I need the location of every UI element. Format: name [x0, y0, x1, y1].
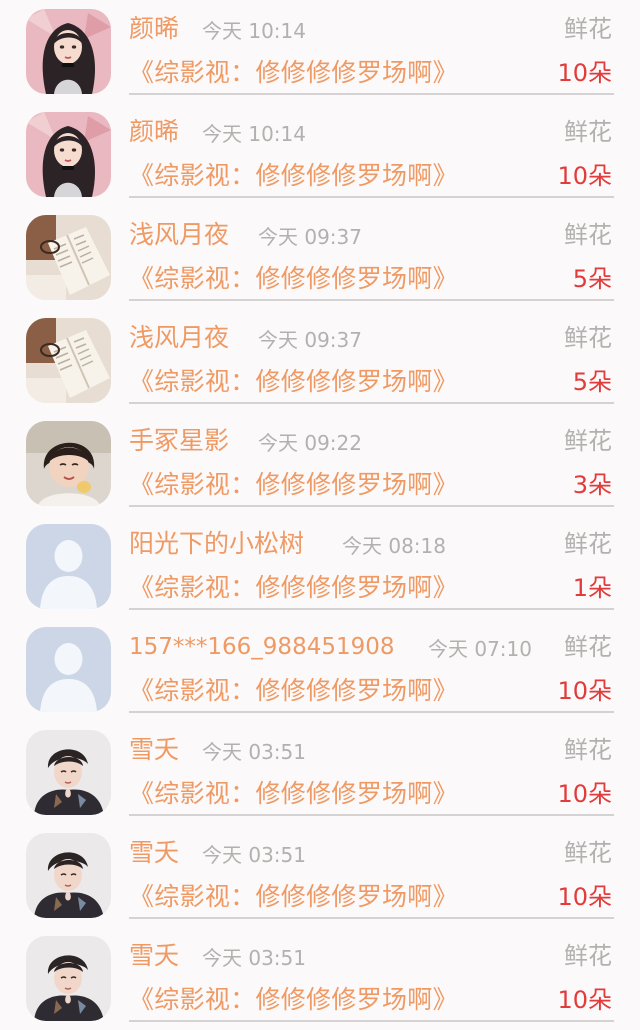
book-title[interactable]: 《综影视：修修修修罗场啊》	[129, 56, 458, 90]
row-divider	[129, 1020, 614, 1022]
book-title[interactable]: 《综影视：修修修修罗场啊》	[129, 365, 458, 399]
gift-time: 今天 09:37	[258, 328, 362, 352]
user-avatar[interactable]	[26, 524, 111, 609]
user-avatar[interactable]	[26, 9, 111, 94]
gift-record-row[interactable]: 浅风月夜 今天 09:37 鲜花 《综影视：修修修修罗场啊》 5朵	[0, 206, 640, 309]
user-name[interactable]: 157***166_988451908	[129, 630, 395, 664]
user-name[interactable]: 手冢星影	[129, 424, 229, 458]
gift-time: 今天 03:51	[202, 740, 306, 764]
gift-count: 10朵	[557, 986, 612, 1014]
gift-record-row[interactable]: 颜晞 今天 10:14 鲜花 《综影视：修修修修罗场啊》 10朵	[0, 103, 640, 206]
gift-type-label: 鲜花	[564, 736, 612, 764]
user-name[interactable]: 雪夭	[129, 733, 179, 767]
gift-time: 今天 09:37	[258, 225, 362, 249]
row-divider	[129, 711, 614, 713]
gift-type-label: 鲜花	[564, 839, 612, 867]
gift-type-label: 鲜花	[564, 530, 612, 558]
gift-count: 3朵	[572, 471, 612, 499]
gift-record-row[interactable]: 阳光下的小松树 今天 08:18 鲜花 《综影视：修修修修罗场啊》 1朵	[0, 515, 640, 618]
gift-time: 今天 10:14	[202, 122, 306, 146]
row-divider	[129, 93, 614, 95]
gift-record-row[interactable]: 颜晞 今天 10:14 鲜花 《综影视：修修修修罗场啊》 10朵	[0, 0, 640, 103]
gift-record-row[interactable]: 雪夭 今天 03:51 鲜花 《综影视：修修修修罗场啊》 10朵	[0, 824, 640, 927]
book-title[interactable]: 《综影视：修修修修罗场啊》	[129, 674, 458, 708]
row-divider	[129, 299, 614, 301]
user-avatar[interactable]	[26, 730, 111, 815]
book-title[interactable]: 《综影视：修修修修罗场啊》	[129, 159, 458, 193]
book-title[interactable]: 《综影视：修修修修罗场啊》	[129, 262, 458, 296]
book-title[interactable]: 《综影视：修修修修罗场啊》	[129, 468, 458, 502]
row-divider	[129, 196, 614, 198]
gift-count: 10朵	[557, 162, 612, 190]
gift-record-row[interactable]: 157***166_988451908 今天 07:10 鲜花 《综影视：修修修…	[0, 618, 640, 721]
row-divider	[129, 402, 614, 404]
row-divider	[129, 608, 614, 610]
gift-count: 10朵	[557, 59, 612, 87]
user-avatar[interactable]	[26, 318, 111, 403]
gift-time: 今天 08:18	[342, 534, 446, 558]
gift-time: 今天 03:51	[202, 946, 306, 970]
gift-type-label: 鲜花	[564, 118, 612, 146]
row-divider	[129, 814, 614, 816]
gift-type-label: 鲜花	[564, 942, 612, 970]
user-avatar[interactable]	[26, 627, 111, 712]
user-name[interactable]: 雪夭	[129, 836, 179, 870]
gift-time: 今天 07:10	[428, 637, 532, 661]
gift-time: 今天 09:22	[258, 431, 362, 455]
gift-count: 5朵	[572, 368, 612, 396]
gift-type-label: 鲜花	[564, 15, 612, 43]
gift-record-row[interactable]: 雪夭 今天 03:51 鲜花 《综影视：修修修修罗场啊》 10朵	[0, 927, 640, 1030]
user-name[interactable]: 浅风月夜	[129, 321, 229, 355]
user-name[interactable]: 浅风月夜	[129, 218, 229, 252]
gift-count: 10朵	[557, 780, 612, 808]
gift-record-row[interactable]: 浅风月夜 今天 09:37 鲜花 《综影视：修修修修罗场啊》 5朵	[0, 309, 640, 412]
gift-type-label: 鲜花	[564, 221, 612, 249]
gift-time: 今天 03:51	[202, 843, 306, 867]
user-name[interactable]: 颜晞	[129, 115, 179, 149]
gift-time: 今天 10:14	[202, 19, 306, 43]
gift-type-label: 鲜花	[564, 633, 612, 661]
gift-count: 5朵	[572, 265, 612, 293]
gift-record-list: 颜晞 今天 10:14 鲜花 《综影视：修修修修罗场啊》 10朵 颜晞 今天 1…	[0, 0, 640, 1030]
gift-count: 10朵	[557, 883, 612, 911]
book-title[interactable]: 《综影视：修修修修罗场啊》	[129, 777, 458, 811]
user-name[interactable]: 雪夭	[129, 939, 179, 973]
user-avatar[interactable]	[26, 215, 111, 300]
gift-record-row[interactable]: 雪夭 今天 03:51 鲜花 《综影视：修修修修罗场啊》 10朵	[0, 721, 640, 824]
row-divider	[129, 505, 614, 507]
gift-type-label: 鲜花	[564, 427, 612, 455]
book-title[interactable]: 《综影视：修修修修罗场啊》	[129, 983, 458, 1017]
book-title[interactable]: 《综影视：修修修修罗场啊》	[129, 880, 458, 914]
user-name[interactable]: 颜晞	[129, 12, 179, 46]
user-avatar[interactable]	[26, 112, 111, 197]
book-title[interactable]: 《综影视：修修修修罗场啊》	[129, 571, 458, 605]
gift-record-row[interactable]: 手冢星影 今天 09:22 鲜花 《综影视：修修修修罗场啊》 3朵	[0, 412, 640, 515]
user-avatar[interactable]	[26, 936, 111, 1021]
gift-count: 10朵	[557, 677, 612, 705]
user-name[interactable]: 阳光下的小松树	[129, 527, 304, 561]
gift-type-label: 鲜花	[564, 324, 612, 352]
gift-count: 1朵	[572, 574, 612, 602]
row-divider	[129, 917, 614, 919]
user-avatar[interactable]	[26, 421, 111, 506]
user-avatar[interactable]	[26, 833, 111, 918]
